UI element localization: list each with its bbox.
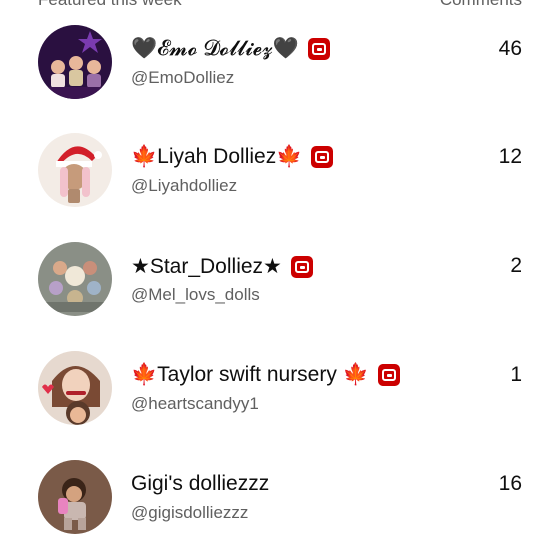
list-item[interactable]: 🍁Taylor swift nursery 🍁 @heartscandyy1 1 — [0, 351, 560, 441]
channel-name[interactable]: ★Star_Dolliez★ — [131, 254, 313, 279]
channel-name-text[interactable]: 🍁Taylor swift nursery 🍁 — [131, 363, 369, 387]
avatar[interactable] — [38, 25, 112, 99]
youtube-icon — [311, 146, 334, 168]
comment-count: 12 — [498, 145, 522, 168]
list-header: Featured this week Comments — [0, 0, 560, 10]
avatar[interactable] — [38, 351, 112, 425]
channel-handle: @Mel_lovs_dolls — [131, 285, 260, 304]
channel-name-text[interactable]: 🍁Liyah Dolliez🍁 — [131, 145, 302, 169]
comment-count: 1 — [510, 363, 522, 386]
list-item[interactable]: Gigi's dolliezzz @gigisdolliezzz 16 — [0, 460, 560, 550]
comment-count: 46 — [498, 37, 522, 60]
channel-handle: @heartscandyy1 — [131, 394, 259, 413]
channel-name[interactable]: 🖤𝓔𝓶𝓸 𝓓𝓸𝓵𝓵𝓲𝓮𝔃🖤 — [131, 37, 330, 61]
channel-handle: @EmoDolliez — [131, 68, 235, 87]
avatar[interactable] — [38, 242, 112, 316]
youtube-icon — [307, 38, 330, 60]
channel-handle: @Liyahdolliez — [131, 176, 238, 195]
channel-name-text[interactable]: ★Star_Dolliez★ — [131, 254, 282, 279]
header-title: Featured this week — [38, 0, 182, 10]
channel-name[interactable]: Gigi's dolliezzz — [131, 472, 269, 496]
header-column-label: Comments — [440, 0, 522, 10]
channel-name[interactable]: 🍁Liyah Dolliez🍁 — [131, 145, 334, 169]
list-item[interactable]: 🖤𝓔𝓶𝓸 𝓓𝓸𝓵𝓵𝓲𝓮𝔃🖤 @EmoDolliez 46 — [0, 25, 560, 115]
comment-count: 16 — [498, 472, 522, 495]
channel-name[interactable]: 🍁Taylor swift nursery 🍁 — [131, 363, 400, 387]
list-item[interactable]: 🍁Liyah Dolliez🍁 @Liyahdolliez 12 — [0, 133, 560, 223]
comment-count: 2 — [510, 254, 522, 277]
list-item[interactable]: ★Star_Dolliez★ @Mel_lovs_dolls 2 — [0, 242, 560, 332]
youtube-icon — [377, 364, 400, 386]
youtube-icon — [290, 255, 313, 278]
avatar[interactable] — [38, 133, 112, 207]
channel-name-text[interactable]: 🖤𝓔𝓶𝓸 𝓓𝓸𝓵𝓵𝓲𝓮𝔃🖤 — [131, 37, 299, 61]
channel-name-text[interactable]: Gigi's dolliezzz — [131, 472, 269, 496]
channel-handle: @gigisdolliezzz — [131, 503, 249, 522]
avatar[interactable] — [38, 460, 112, 534]
